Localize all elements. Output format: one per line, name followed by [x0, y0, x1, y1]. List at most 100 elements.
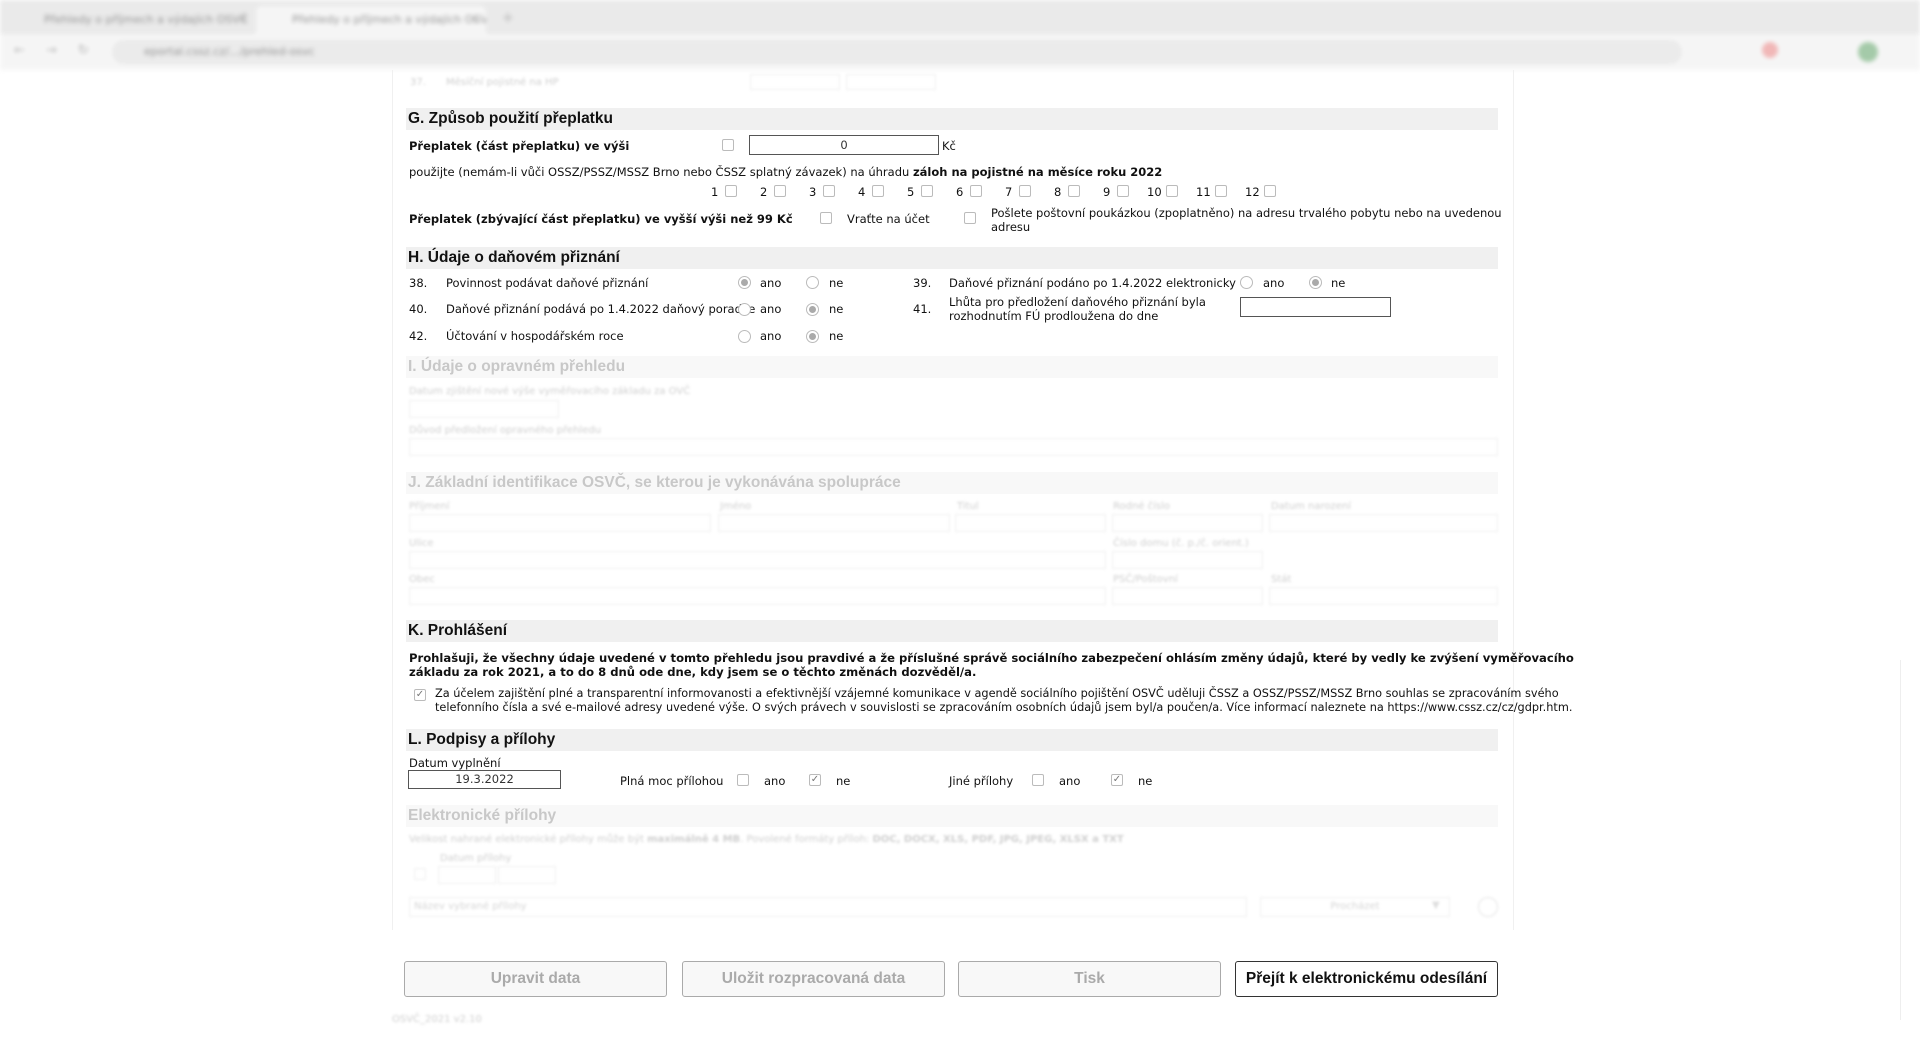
forward-icon[interactable]: →: [46, 44, 60, 58]
use-text: použijte (nemám-li vůči OSSZ/PSSZ/MSSZ B…: [409, 165, 1162, 179]
extension-icon[interactable]: [1762, 42, 1778, 58]
attachment-date-label: Datum přílohy: [440, 853, 512, 864]
row-38-no-radio[interactable]: [806, 276, 819, 289]
gdpr-consent-line-1: Za účelem zajištění plné a transparentní…: [435, 687, 1559, 700]
fill-date-input[interactable]: 19.3.2022: [408, 770, 561, 789]
add-attachment-icon: [1478, 897, 1498, 917]
country-label: Stát: [1271, 574, 1292, 585]
gdpr-consent-checkbox[interactable]: ✓: [414, 689, 426, 701]
overpay-label: Přeplatek (část přeplatku) ve výši: [409, 139, 630, 153]
attachment-checkbox: [414, 868, 426, 880]
browser-tab-1[interactable]: Přehledy o příjmech a výdajích OSVČ ✕: [8, 6, 256, 34]
month-label: 1: [711, 185, 719, 199]
row-41-number: 41.: [913, 302, 932, 316]
attachments-heading: Elektronické přílohy: [406, 805, 1498, 827]
edit-data-button[interactable]: Upravit data: [404, 961, 667, 997]
tab-bar: Přehledy o příjmech a výdajích OSVČ ✕ Pře…: [0, 0, 1920, 34]
browser-tab-2[interactable]: Přehledy o příjmech a výdajích OSVČ ✕: [256, 6, 486, 34]
birth-number-input: [1112, 514, 1263, 532]
overpay-amount-input[interactable]: 0: [749, 135, 939, 155]
city-label: Obec: [409, 574, 435, 585]
power-of-attorney-no-checkbox[interactable]: ✓: [809, 774, 821, 786]
section-k-heading: K. Prohlášení: [406, 620, 1498, 642]
attachment-date-input-2: [498, 866, 556, 884]
row-41-label-1: Lhůta pro předložení daňového přiznání b…: [949, 295, 1206, 309]
postal-order-checkbox[interactable]: [964, 212, 976, 224]
month-label: 10: [1147, 185, 1162, 199]
row-40-yes-radio[interactable]: [738, 303, 751, 316]
section-i-date-input: [409, 400, 559, 418]
close-tab-icon[interactable]: ✕: [239, 6, 248, 34]
save-draft-button[interactable]: Uložit rozpracovaná data: [682, 961, 945, 997]
month-label: 6: [956, 185, 964, 199]
country-input: [1269, 587, 1498, 605]
no-label: ne: [829, 302, 844, 316]
version-footer: OSVČ_2021 v2.10: [392, 1014, 482, 1025]
print-button[interactable]: Tisk: [958, 961, 1221, 997]
yes-label: ano: [760, 302, 782, 316]
scrollbar[interactable]: [1900, 660, 1910, 1020]
month-checkbox-7[interactable]: [1019, 185, 1031, 197]
birth-date-label: Datum narození: [1271, 501, 1351, 512]
attachment-name-input: Název vybrané přílohy: [409, 897, 1247, 917]
other-attachments-yes-checkbox[interactable]: [1032, 774, 1044, 786]
month-label: 8: [1054, 185, 1062, 199]
row-39-no-radio[interactable]: [1309, 276, 1322, 289]
browser-chrome: Přehledy o příjmech a výdajích OSVČ ✕ Pře…: [0, 0, 1920, 70]
row-40-no-radio[interactable]: [806, 303, 819, 316]
postcode-label: PSČ/Poštovní: [1113, 574, 1178, 585]
row-42-yes-radio[interactable]: [738, 330, 751, 343]
month-checkbox-1[interactable]: [725, 185, 737, 197]
address-bar[interactable]: eportal.cssz.cz/…/prehled-osvc: [112, 40, 1682, 64]
month-checkbox-12[interactable]: [1264, 185, 1276, 197]
row-39-label: Daňové přiznání podáno po 1.4.2022 elekt…: [949, 276, 1236, 290]
month-checkbox-5[interactable]: [921, 185, 933, 197]
row-38-yes-radio[interactable]: [738, 276, 751, 289]
no-label: ne: [1138, 774, 1153, 788]
month-checkbox-4[interactable]: [872, 185, 884, 197]
close-tab-icon[interactable]: ✕: [469, 6, 478, 34]
month-checkbox-8[interactable]: [1068, 185, 1080, 197]
month-checkbox-3[interactable]: [823, 185, 835, 197]
url-text: eportal.cssz.cz/…/prehled-osvc: [144, 45, 315, 58]
reload-icon[interactable]: ↻: [78, 44, 92, 58]
row-42-number: 42.: [409, 329, 428, 343]
hint-a: Velikost nahrané elektronické přílohy mů…: [409, 834, 644, 845]
row-41-label-2: rozhodnutím FÚ prodloužena do dne: [949, 309, 1159, 323]
month-checkbox-11[interactable]: [1215, 185, 1227, 197]
section-h-heading: H. Údaje o daňovém přiznání: [406, 247, 1498, 269]
month-checkbox-6[interactable]: [970, 185, 982, 197]
street-label: Ulice: [409, 538, 434, 549]
title-input: [955, 514, 1106, 532]
profile-avatar[interactable]: [1858, 42, 1878, 62]
row-39-yes-radio[interactable]: [1240, 276, 1253, 289]
submit-electronic-button[interactable]: Přejít k elektronickému odesílání: [1235, 961, 1498, 997]
section-i-field2-label: Důvod předložení opravného přehledu: [409, 425, 602, 436]
chevron-down-icon: ▼: [1432, 900, 1440, 911]
overpay-checkbox[interactable]: [722, 139, 734, 151]
no-label: ne: [829, 276, 844, 290]
remaining-overpay-label: Přeplatek (zbývající část přeplatku) ve …: [409, 212, 793, 226]
back-icon[interactable]: ←: [14, 44, 28, 58]
month-checkbox-2[interactable]: [774, 185, 786, 197]
other-attachments-no-checkbox[interactable]: ✓: [1111, 774, 1123, 786]
row-39-number: 39.: [913, 276, 932, 290]
extended-deadline-input[interactable]: [1240, 297, 1391, 317]
birth-number-label: Rodné číslo: [1113, 501, 1171, 512]
month-checkbox-9[interactable]: [1117, 185, 1129, 197]
power-of-attorney-yes-checkbox[interactable]: [737, 774, 749, 786]
yes-label: ano: [760, 329, 782, 343]
section-i-heading: I. Údaje o opravném přehledu: [406, 356, 1498, 378]
return-to-account-checkbox[interactable]: [820, 212, 832, 224]
currency-label: Kč: [942, 139, 956, 153]
hint-c: . Povolené formáty příloh:: [740, 834, 870, 845]
month-checkbox-10[interactable]: [1166, 185, 1178, 197]
row-42-no-radio[interactable]: [806, 330, 819, 343]
month-label: 9: [1103, 185, 1111, 199]
new-tab-icon[interactable]: +: [502, 10, 514, 26]
month-label: 11: [1196, 185, 1211, 199]
name-label: Jméno: [720, 501, 752, 512]
month-label: 3: [809, 185, 817, 199]
month-label: 4: [858, 185, 866, 199]
surname-input: [409, 514, 711, 532]
